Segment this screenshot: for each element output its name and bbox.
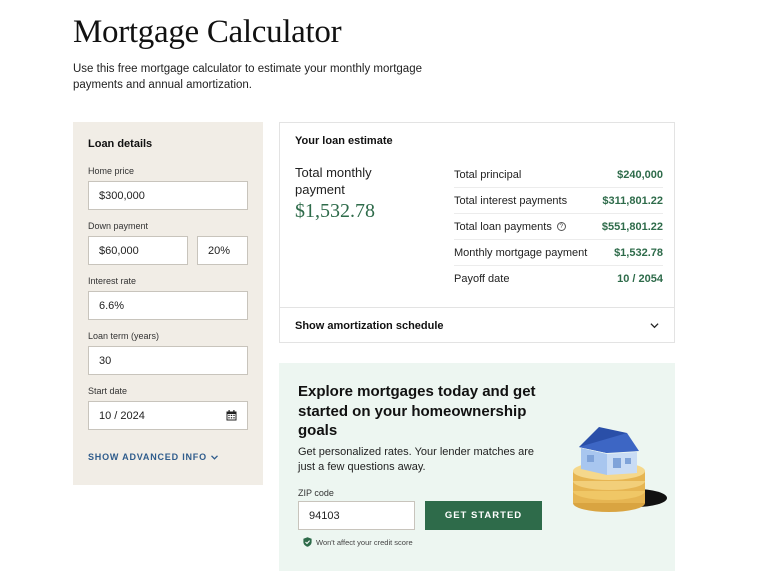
estimate-row-monthly-payment: Monthly mortgage payment $1,532.78 (454, 240, 663, 266)
estimate-row-label: Monthly mortgage payment (454, 246, 588, 259)
explore-description: Get personalized rates. Your lender matc… (298, 446, 535, 473)
estimate-row-value: $240,000 (617, 168, 663, 181)
start-date-input[interactable]: 10 / 2024 (88, 401, 248, 430)
down-payment-amount-input[interactable]: $60,000 (88, 236, 188, 265)
page-subtitle: Use this free mortgage calculator to est… (73, 63, 422, 91)
estimate-row-label: Total interest payments (454, 194, 568, 207)
estimate-row-total-principal: Total principal $240,000 (454, 162, 663, 188)
get-started-button[interactable]: GET STARTED (425, 501, 542, 530)
estimate-row-label: Total loan payments (454, 220, 552, 233)
loan-term-group: Loan term (years) 30 (88, 331, 248, 375)
loan-details-panel: Loan details Home price $300,000 Down pa… (73, 122, 263, 485)
explore-mortgages-card: Explore mortgages today and get started … (279, 363, 675, 571)
chevron-down-icon (210, 454, 218, 460)
estimate-row-label: Payoff date (454, 273, 510, 285)
loan-term-input[interactable]: 30 (88, 346, 248, 375)
chevron-down-icon (650, 323, 659, 329)
total-monthly-payment-label: Total monthly payment (295, 165, 372, 197)
loan-term-label: Loan term (years) (88, 331, 160, 341)
estimate-row-value: $311,801.22 (602, 194, 663, 207)
estimate-row-total-interest: Total interest payments $311,801.22 (454, 188, 663, 214)
down-payment-row: $60,000 20% (88, 236, 248, 265)
show-advanced-info-label: SHOW ADVANCED INFO (88, 452, 207, 462)
estimate-row-value: $551,801.22 (601, 220, 663, 233)
explore-heading: Explore mortgages today and get started … (298, 383, 536, 439)
interest-rate-group: Interest rate 6.6% (88, 276, 248, 320)
home-price-group: Home price $300,000 (88, 166, 248, 210)
start-date-group: Start date 10 / 2024 (88, 386, 248, 430)
interest-rate-label: Interest rate (88, 276, 137, 286)
credit-score-note: Won't affect your credit score (303, 537, 413, 547)
estimate-breakdown-list: Total principal $240,000 Total interest … (454, 162, 663, 292)
page-title: Mortgage Calculator (73, 14, 342, 50)
loan-details-title: Loan details (88, 138, 153, 150)
help-icon[interactable]: ? (556, 222, 566, 231)
estimate-row-label: Total principal (454, 168, 522, 181)
amortization-schedule-label: Show amortization schedule (295, 319, 444, 332)
home-price-input[interactable]: $300,000 (88, 181, 248, 210)
zip-code-label: ZIP code (298, 488, 334, 498)
home-price-label: Home price (88, 166, 135, 176)
estimate-row-label-wrap: Total loan payments ? (454, 221, 566, 233)
shield-check-icon (303, 537, 312, 547)
estimate-row-payoff-date: Payoff date 10 / 2054 (454, 266, 663, 292)
interest-rate-input[interactable]: 6.6% (88, 291, 248, 320)
total-monthly-payment-value: $1,532.78 (295, 200, 375, 222)
show-advanced-info-link[interactable]: SHOW ADVANCED INFO (88, 452, 248, 462)
down-payment-percent-input[interactable]: 20% (197, 236, 248, 265)
credit-score-note-text: Won't affect your credit score (316, 537, 413, 547)
start-date-value: 10 / 2024 (99, 409, 145, 422)
down-payment-label: Down payment (88, 221, 149, 231)
start-date-label: Start date (88, 386, 128, 396)
estimate-row-value: $1,532.78 (614, 246, 663, 259)
loan-estimate-card: Your loan estimate Total monthly payment… (279, 122, 675, 343)
house-on-coins-illustration (573, 427, 667, 512)
estimate-row-total-loan-payments: Total loan payments ? $551,801.22 (454, 214, 663, 240)
loan-estimate-title: Your loan estimate (295, 135, 393, 147)
estimate-row-value: 10 / 2054 (617, 273, 663, 285)
amortization-schedule-toggle[interactable]: Show amortization schedule (280, 307, 674, 343)
calendar-icon[interactable] (226, 410, 237, 421)
zip-code-input[interactable]: 94103 (298, 501, 415, 530)
down-payment-group: Down payment $60,000 20% (88, 221, 248, 265)
